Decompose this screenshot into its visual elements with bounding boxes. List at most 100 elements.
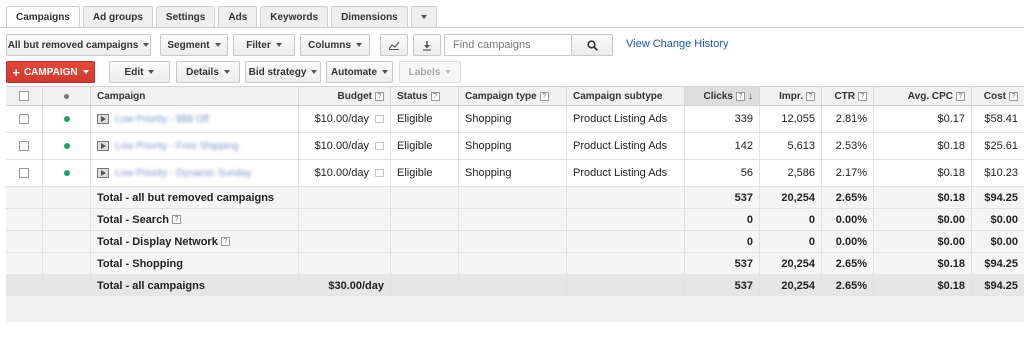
grand-total-label: Total - all campaigns — [90, 275, 298, 296]
row-status-cell — [42, 160, 90, 186]
header-ctr[interactable]: CTR? — [821, 87, 873, 105]
add-campaign-button[interactable]: + CAMPAIGN — [6, 61, 95, 83]
total-avg-cpc: $0.00 — [873, 231, 971, 252]
header-clicks[interactable]: Clicks? ↓ — [684, 87, 759, 105]
add-campaign-label: CAMPAIGN — [23, 66, 78, 78]
line-chart-icon — [388, 41, 400, 50]
enabled-status-icon[interactable] — [63, 170, 70, 176]
search-button[interactable] — [571, 34, 613, 56]
table-row[interactable]: Low Priority - Free Shipping $10.00/day … — [6, 133, 1024, 160]
edit-budget-icon[interactable] — [375, 142, 384, 150]
tab-dimensions[interactable]: Dimensions — [331, 6, 408, 28]
header-campaign-type[interactable]: Campaign type? — [458, 87, 566, 105]
labels-button[interactable]: Labels — [399, 61, 461, 83]
header-clicks-label: Clicks — [703, 90, 733, 102]
select-all-checkbox[interactable] — [19, 91, 29, 101]
total-avg-cpc: $0.18 — [873, 253, 971, 274]
help-icon[interactable]: ? — [539, 91, 549, 101]
grand-total-clicks: 537 — [684, 275, 759, 296]
table-row[interactable]: Low Priority - Dynamic Sunday $10.00/day… — [6, 160, 1024, 187]
row-checkbox[interactable] — [19, 114, 29, 124]
row-checkbox[interactable] — [19, 141, 29, 151]
campaign-name-link[interactable]: Low Priority - $$$ Off — [115, 114, 209, 125]
enabled-status-icon[interactable] — [63, 116, 70, 122]
header-status[interactable]: Status? — [390, 87, 458, 105]
filter-button[interactable]: Filter — [233, 34, 295, 56]
row-type: Shopping — [458, 106, 566, 132]
total-clicks: 537 — [684, 253, 759, 274]
header-cost-label: Cost — [983, 90, 1006, 102]
edit-budget-icon[interactable] — [375, 169, 384, 177]
table-header-row: Campaign Budget? Status? Campaign type? … — [6, 86, 1024, 106]
help-icon[interactable]: ? — [220, 237, 230, 246]
chevron-down-icon — [275, 43, 282, 47]
help-icon[interactable]: ? — [430, 91, 440, 101]
row-campaign-cell: Low Priority - Free Shipping — [90, 133, 298, 159]
chevron-down-icon — [382, 70, 389, 74]
row-impr: 5,613 — [759, 133, 821, 159]
header-campaign[interactable]: Campaign — [90, 87, 298, 105]
grand-total-impr: 20,254 — [759, 275, 821, 296]
more-tabs-button[interactable] — [410, 6, 437, 28]
toggle-graph-button[interactable] — [380, 34, 408, 56]
automate-label: Automate — [330, 66, 378, 78]
row-type: Shopping — [458, 133, 566, 159]
segment-button[interactable]: Segment — [160, 34, 228, 56]
total-clicks: 0 — [684, 231, 759, 252]
row-cost: $58.41 — [971, 106, 1024, 132]
tab-campaigns[interactable]: Campaigns — [6, 6, 80, 28]
total-impr: 20,254 — [759, 253, 821, 274]
header-budget[interactable]: Budget? — [298, 87, 390, 105]
bid-strategy-button[interactable]: Bid strategy — [245, 61, 321, 83]
tab-divider — [0, 27, 1024, 28]
total-ctr: 2.65% — [821, 187, 873, 208]
row-campaign-cell: Low Priority - Dynamic Sunday — [90, 160, 298, 186]
campaign-filter-select[interactable]: All but removed campaigns — [6, 34, 151, 56]
header-cost[interactable]: Cost? — [971, 87, 1024, 105]
help-icon[interactable]: ? — [956, 91, 965, 101]
select-all-cell — [6, 87, 42, 105]
campaign-name-link[interactable]: Low Priority - Free Shipping — [115, 141, 238, 152]
help-icon[interactable]: ? — [1009, 91, 1018, 101]
download-button[interactable] — [413, 34, 441, 56]
tab-keywords[interactable]: Keywords — [260, 6, 329, 28]
help-icon[interactable]: ? — [806, 91, 815, 101]
total-impr: 0 — [759, 209, 821, 230]
header-avg-cpc[interactable]: Avg. CPC? — [873, 87, 971, 105]
help-icon[interactable]: ? — [171, 215, 181, 224]
tab-ads[interactable]: Ads — [218, 6, 258, 28]
automate-button[interactable]: Automate — [326, 61, 393, 83]
chevron-down-icon — [445, 70, 452, 74]
help-icon[interactable]: ? — [736, 91, 745, 101]
edit-budget-icon[interactable] — [375, 115, 384, 123]
header-impr[interactable]: Impr.? — [759, 87, 821, 105]
edit-button[interactable]: Edit — [109, 61, 170, 83]
columns-label: Columns — [308, 39, 351, 51]
help-icon[interactable]: ? — [375, 91, 384, 101]
total-label-cell: Total - Search? — [90, 209, 298, 230]
row-status-cell — [42, 106, 90, 132]
columns-button[interactable]: Columns — [300, 34, 370, 56]
enabled-status-icon[interactable] — [63, 143, 70, 149]
labels-label: Labels — [408, 66, 441, 78]
budget-value: $10.00/day — [314, 113, 369, 125]
tab-settings[interactable]: Settings — [155, 6, 216, 28]
budget-value: $10.00/day — [314, 167, 369, 179]
row-ctr: 2.81% — [821, 106, 873, 132]
chevron-down-icon — [214, 43, 221, 47]
help-icon[interactable]: ? — [858, 91, 867, 101]
row-budget-cell: $10.00/day — [298, 133, 390, 159]
total-cost: $94.25 — [971, 187, 1024, 208]
tab-ad-groups[interactable]: Ad groups — [82, 6, 153, 28]
details-button[interactable]: Details — [176, 61, 240, 83]
view-change-history-link[interactable]: View Change History — [626, 38, 729, 50]
total-avg-cpc: $0.00 — [873, 209, 971, 230]
header-campaign-subtype[interactable]: Campaign subtype — [566, 87, 684, 105]
table-row[interactable]: Low Priority - $$$ Off $10.00/day Eligib… — [6, 106, 1024, 133]
download-icon — [423, 40, 431, 51]
campaign-name-link[interactable]: Low Priority - Dynamic Sunday — [115, 168, 252, 179]
find-campaigns-input[interactable] — [444, 34, 571, 56]
row-subtype: Product Listing Ads — [566, 133, 684, 159]
row-budget-cell: $10.00/day — [298, 160, 390, 186]
row-checkbox[interactable] — [19, 168, 29, 178]
